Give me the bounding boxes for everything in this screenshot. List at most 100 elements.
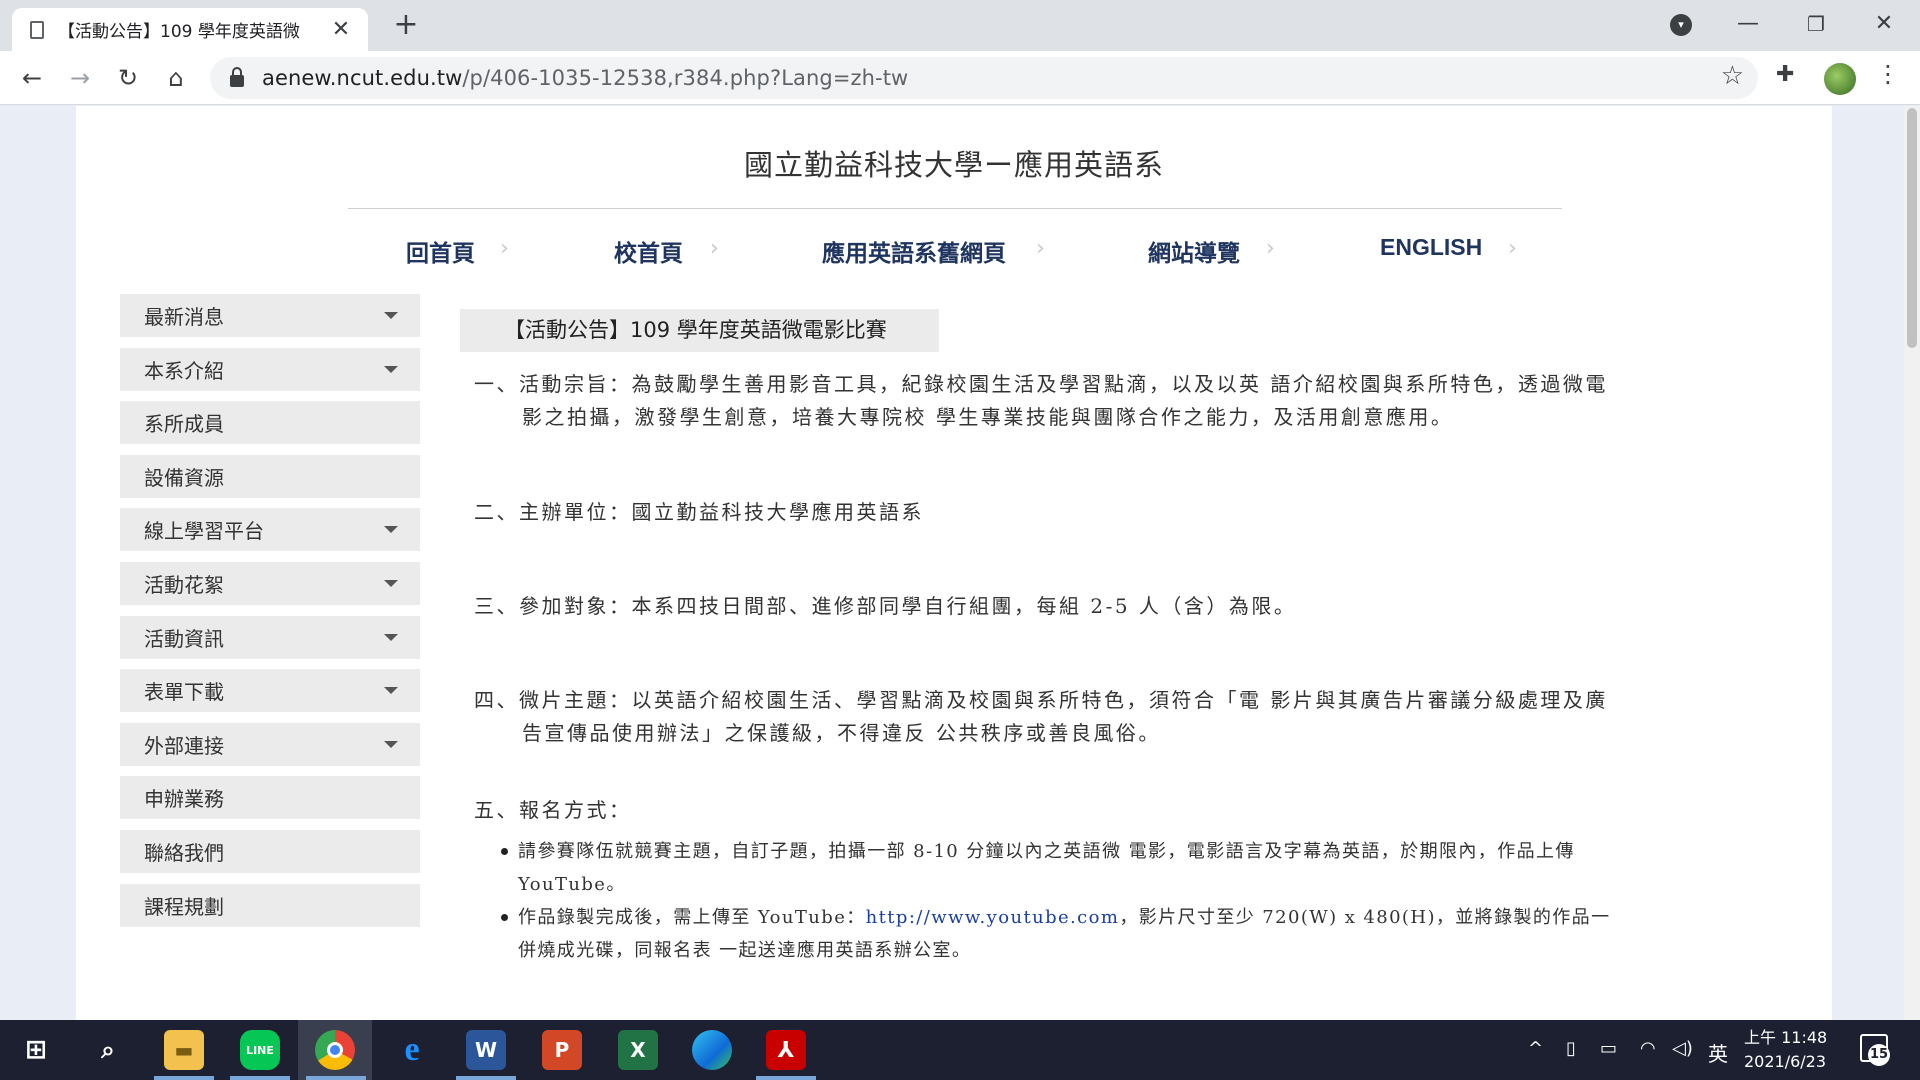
sidebar-item-label: 系所成員 <box>144 412 224 437</box>
caret-down-icon <box>384 526 398 534</box>
browser-tab[interactable]: 【活動公告】109 學年度英語微 ✕ <box>12 8 368 51</box>
sidebar-item-label: 活動資訊 <box>144 626 224 651</box>
close-tab-icon[interactable]: ✕ <box>328 17 354 42</box>
header-divider <box>348 208 1562 209</box>
home-icon[interactable]: ⌂ <box>159 61 193 95</box>
file-explorer-icon[interactable]: ▬ <box>164 1030 204 1070</box>
nav-item-sitemap[interactable]: 網站導覽 <box>1148 234 1240 268</box>
running-indicator <box>154 1076 214 1080</box>
sidebar-item-external-links[interactable]: 外部連接 <box>120 722 420 766</box>
browser-tab-bar: 【活動公告】109 學年度英語微 ✕ + ▾ — ❐ ✕ <box>0 0 1920 51</box>
caret-down-icon <box>384 365 398 373</box>
tab-search-icon[interactable]: ▾ <box>1670 14 1692 36</box>
powerpoint-icon[interactable]: P <box>542 1030 582 1070</box>
extensions-puzzle-icon[interactable]: ✚ <box>1776 62 1794 87</box>
bookmark-star-icon[interactable]: ☆ <box>1721 61 1744 91</box>
reload-icon[interactable]: ↻ <box>111 61 145 95</box>
windows-taskbar: ⊞ ⌕ ▬ LINE e W P X ⅄ ^ ▯ ▭ ◠ ◁) 英 上午 11:… <box>0 1020 1920 1080</box>
internet-explorer-icon[interactable]: e <box>392 1030 432 1070</box>
sidebar-item-facilities[interactable]: 設備資源 <box>120 454 420 498</box>
chevron-right-icon: › <box>1508 236 1517 261</box>
line-app-icon[interactable]: LINE <box>240 1030 280 1070</box>
back-arrow-icon[interactable]: ← <box>15 61 49 95</box>
sidebar: 最新消息 本系介紹 系所成員 設備資源 線上學習平台 活動花絮 活動資訊 表單下… <box>120 294 420 937</box>
nav-item-old-site[interactable]: 應用英語系舊網頁 <box>822 234 1006 268</box>
nav-item-english[interactable]: ENGLISH <box>1380 234 1482 261</box>
tab-title: 【活動公告】109 學年度英語微 <box>58 22 300 42</box>
chevron-right-icon: › <box>500 236 509 261</box>
bullet-text: 作品錄製完成後，需上傳至 YouTube： <box>518 907 866 928</box>
sidebar-item-label: 設備資源 <box>144 465 224 490</box>
top-navigation: 回首頁 › 校首頁 › 應用英語系舊網頁 › 網站導覽 › ENGLISH › <box>76 234 1832 278</box>
input-method-indicator[interactable]: 英 <box>1708 1038 1728 1067</box>
caret-down-icon <box>384 687 398 695</box>
profile-avatar[interactable] <box>1824 63 1856 95</box>
chevron-right-icon: › <box>1266 236 1275 261</box>
section-participants: 三、參加對象：本系四技日間部、進修部同學自行組團，每組 2-5 人（含）為限。 <box>474 594 1297 618</box>
minimize-button[interactable]: — <box>1718 6 1778 42</box>
word-icon[interactable]: W <box>466 1030 506 1070</box>
sidebar-item-gallery[interactable]: 活動花絮 <box>120 561 420 605</box>
search-icon[interactable]: ⌕ <box>88 1030 128 1070</box>
section-purpose: 一、活動宗旨：為鼓勵學生善用影音工具，紀錄校園生活及學習點滴，以及以英 語介紹校… <box>474 372 1608 429</box>
browser-menu-icon[interactable]: ⋮ <box>1876 60 1900 88</box>
page-scrollbar[interactable] <box>1904 106 1920 1020</box>
nav-item-school-home[interactable]: 校首頁 <box>614 234 683 268</box>
clock-date: 2021/6/23 <box>1744 1052 1827 1071</box>
chevron-right-icon: › <box>710 236 719 261</box>
url-path: /p/406-1035-12538,r384.php?Lang=zh-tw <box>462 66 909 90</box>
wifi-icon[interactable]: ◠ <box>1640 1038 1656 1059</box>
section-theme: 四、微片主題：以英語介紹校園生活、學習點滴及校園與系所特色，須符合「電 影片與其… <box>474 688 1608 745</box>
sidebar-item-members[interactable]: 系所成員 <box>120 401 420 445</box>
youtube-link[interactable]: http://www.youtube.com <box>866 907 1120 928</box>
chevron-right-icon: › <box>1036 236 1045 261</box>
sidebar-item-label: 外部連接 <box>144 733 224 758</box>
sidebar-item-label: 申辦業務 <box>144 787 224 812</box>
sidebar-item-services[interactable]: 申辦業務 <box>120 776 420 820</box>
sidebar-item-curriculum[interactable]: 課程規劃 <box>120 883 420 927</box>
forward-arrow-icon[interactable]: → <box>63 61 97 95</box>
system-clock[interactable]: 上午 11:48 2021/6/23 <box>1744 1026 1827 1074</box>
acrobat-icon[interactable]: ⅄ <box>766 1030 806 1070</box>
close-window-button[interactable]: ✕ <box>1854 6 1914 42</box>
post-title: 【活動公告】109 學年度英語微電影比賽 <box>460 309 939 352</box>
caret-down-icon <box>384 740 398 748</box>
sidebar-item-label: 本系介紹 <box>144 358 224 383</box>
sidebar-item-forms[interactable]: 表單下載 <box>120 669 420 713</box>
running-indicator <box>456 1076 516 1080</box>
excel-icon[interactable]: X <box>618 1030 658 1070</box>
caret-down-icon <box>384 579 398 587</box>
volume-icon[interactable]: ◁) <box>1672 1038 1693 1059</box>
sidebar-item-label: 聯絡我們 <box>144 840 224 865</box>
chrome-icon[interactable] <box>315 1030 355 1070</box>
edge-icon[interactable] <box>692 1030 732 1070</box>
browser-toolbar: ← → ↻ ⌂ aenew.ncut.edu.tw/p/406-1035-125… <box>0 51 1920 105</box>
sidebar-item-news[interactable]: 最新消息 <box>120 294 420 337</box>
new-tab-button[interactable]: + <box>390 10 422 40</box>
sidebar-item-events[interactable]: 活動資訊 <box>120 615 420 659</box>
sidebar-item-about[interactable]: 本系介紹 <box>120 347 420 391</box>
lock-icon <box>230 66 244 87</box>
device-icon[interactable]: ▯ <box>1566 1038 1576 1059</box>
sidebar-item-label: 最新消息 <box>144 305 224 329</box>
caret-down-icon <box>384 633 398 641</box>
sidebar-item-elearning[interactable]: 線上學習平台 <box>120 508 420 552</box>
sidebar-item-contact[interactable]: 聯絡我們 <box>120 829 420 873</box>
show-hidden-icons-icon[interactable]: ^ <box>1528 1038 1543 1059</box>
sidebar-item-label: 課程規劃 <box>144 894 224 919</box>
section-organizer: 二、主辦單位：國立勤益科技大學應用英語系 <box>474 500 924 524</box>
caret-down-icon <box>384 312 398 319</box>
restore-button[interactable]: ❐ <box>1786 6 1846 42</box>
running-indicator <box>230 1076 290 1080</box>
nav-item-home[interactable]: 回首頁 <box>406 234 475 268</box>
windows-start-icon[interactable]: ⊞ <box>16 1030 56 1070</box>
section-registration: 五、報名方式： <box>474 798 632 822</box>
site-title: 國立勤益科技大學ー應用英語系 <box>743 148 1164 182</box>
scrollbar-thumb[interactable] <box>1907 108 1917 348</box>
clock-time: 上午 11:48 <box>1744 1028 1828 1047</box>
document-icon <box>30 20 44 39</box>
list-item: 請參賽隊伍就競賽主題，自訂子題，拍攝一部 8-10 分鐘以內之英語微 電影，電影… <box>501 835 1618 901</box>
post-content: 【活動公告】109 學年度英語微電影比賽 一、活動宗旨：為鼓勵學生善用影音工具，… <box>460 309 1642 967</box>
battery-icon[interactable]: ▭ <box>1600 1038 1617 1059</box>
address-bar[interactable]: aenew.ncut.edu.tw/p/406-1035-12538,r384.… <box>210 57 1758 99</box>
